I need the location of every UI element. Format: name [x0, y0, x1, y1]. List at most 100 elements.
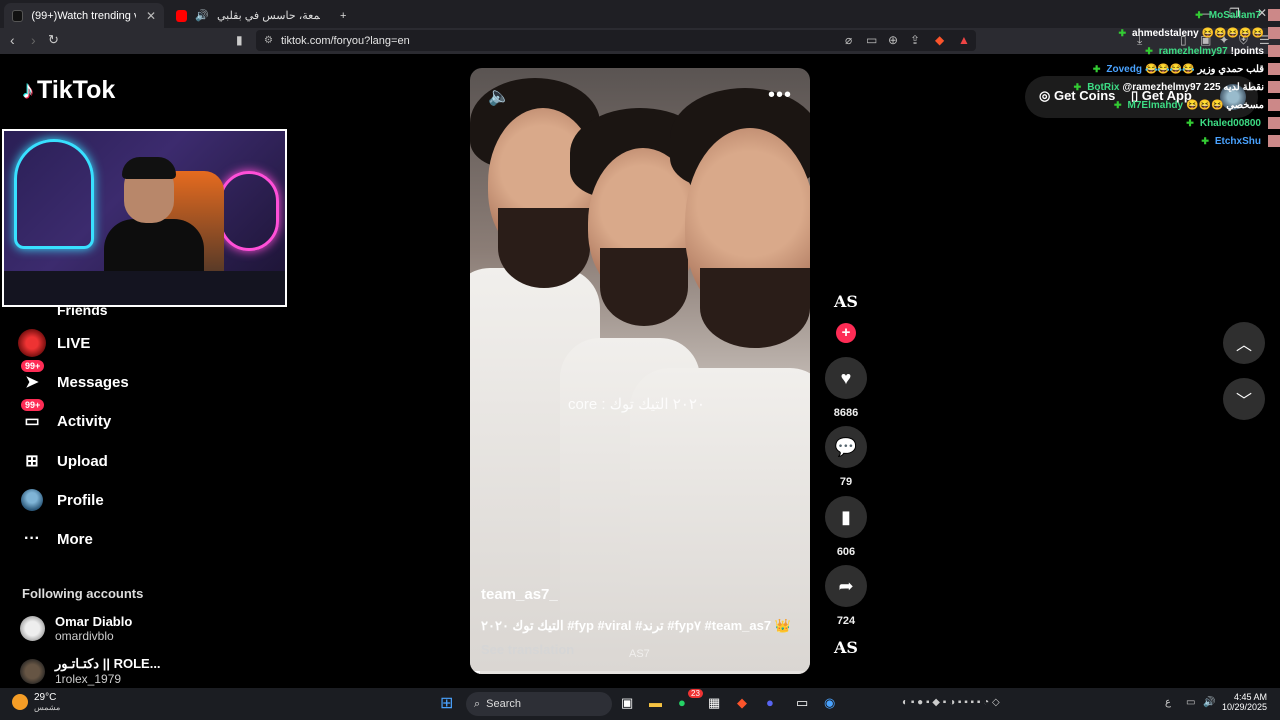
comment-button[interactable]: 💬 79	[824, 426, 868, 488]
following-accounts-title: Following accounts	[22, 586, 144, 601]
photos-icon[interactable]: ▦	[708, 695, 720, 711]
chat-username: EtchxShu	[1214, 135, 1261, 147]
volume-icon[interactable]: 🔈	[488, 86, 510, 107]
file-explorer-icon[interactable]: ▬	[649, 695, 662, 710]
brave-shield-icon[interactable]: ◆	[935, 33, 944, 47]
sidebar-item-messages[interactable]: ➤ 99+ Messages	[18, 360, 129, 396]
comment-icon: 💬	[825, 426, 867, 468]
sidebar-item-label: Messages	[57, 373, 129, 391]
taskbar-search[interactable]: ⌕ Search	[466, 692, 612, 716]
sidebar-item-label: Activity	[57, 412, 112, 430]
brave-taskbar-icon[interactable]: ◆	[737, 695, 747, 711]
windows-start-icon[interactable]: ⊞	[440, 693, 453, 713]
bookmark-icon: ▮	[825, 496, 867, 538]
activity-icon: ▭ 99+	[18, 399, 46, 435]
share-arrow-icon: ➦	[825, 565, 867, 607]
more-options-icon[interactable]: •••	[768, 84, 792, 107]
zoom-icon[interactable]: ⊕	[888, 33, 898, 47]
chat-emote	[1268, 135, 1280, 147]
account-name: Omar Diablo	[55, 614, 133, 629]
chat-username: ahmedstaleny	[1132, 27, 1199, 39]
chat-message: ✚ MoSallam7	[1195, 9, 1280, 21]
save-button[interactable]: ▮ 606	[824, 496, 868, 558]
browser-tabbar: (99+)Watch trending videos for ✕ 🔊 اغنية…	[0, 0, 1280, 28]
creator-avatar[interactable]: AS	[833, 292, 859, 311]
forward-icon[interactable]: ›	[31, 32, 36, 48]
chat-text: 😆😆😆 مسخصي	[1186, 99, 1264, 111]
brave-rewards-icon[interactable]: ▲	[958, 33, 970, 47]
following-account[interactable]: دكتـاتـور || ROLE... 1rolex_1979	[20, 656, 161, 686]
messages-badge: 99+	[21, 360, 45, 372]
network-icon[interactable]: ▭	[1186, 697, 1195, 708]
url-text: tiktok.com/foryou?lang=en	[280, 34, 410, 47]
screen-icon[interactable]: ▭	[866, 33, 877, 47]
weather-widget[interactable]: 29°C مشمس	[12, 692, 60, 712]
new-tab-button[interactable]: +	[332, 3, 354, 28]
kick-badge-icon: ✚	[1113, 99, 1122, 110]
logo-text: TikTok	[37, 76, 116, 104]
chat-username: ramezhelmy97	[1158, 45, 1228, 57]
reload-icon[interactable]: ↻	[48, 32, 59, 48]
live-icon	[18, 329, 46, 357]
site-info-icon[interactable]: ⚙	[264, 35, 273, 46]
chat-message: ✚ ramezhelmy97 !points	[1145, 45, 1280, 57]
share-button[interactable]: ➦ 724	[824, 565, 868, 627]
chat-emote	[1268, 99, 1280, 111]
chat-text: !points	[1230, 45, 1264, 57]
temperature: 29°C	[34, 692, 57, 703]
chat-username: BotRix	[1087, 81, 1120, 93]
profile-icon	[18, 486, 46, 514]
no-cast-icon[interactable]: ⌀	[845, 33, 852, 47]
chat-message: ✚ Khaled00800	[1186, 117, 1280, 129]
avatar	[20, 658, 45, 684]
chat-emote	[1268, 45, 1280, 57]
terminal-icon[interactable]: ▭	[796, 695, 808, 711]
sidebar-item-upload[interactable]: ⊞ Upload	[18, 447, 108, 475]
video-watermark: AS7	[629, 648, 650, 660]
chat-message: ✚ BotRix @ramezhelmy97 225 نقطة لديه	[1074, 81, 1280, 93]
follow-plus-button[interactable]: +	[836, 323, 856, 343]
language-indicator[interactable]: ع	[1165, 697, 1171, 708]
video-overlay-text: core : ٢٠٢٠ التيك توك	[568, 396, 705, 413]
video-progress-bar[interactable]	[470, 671, 810, 674]
share-count: 724	[836, 615, 856, 627]
next-video-button[interactable]: ﹀	[1223, 378, 1265, 420]
speaker-icon[interactable]: 🔊	[195, 9, 209, 22]
video-progress-fill	[470, 671, 481, 674]
tiktok-logo[interactable]: ♪ TikTok	[22, 76, 115, 105]
sidebar-item-activity[interactable]: ▭ 99+ Activity	[18, 399, 112, 435]
following-account[interactable]: Omar Diablo omardivblo	[20, 614, 132, 643]
close-tab-icon[interactable]: ✕	[146, 9, 156, 23]
system-clock[interactable]: 4:45 AM 10/29/2025	[1222, 692, 1267, 712]
back-icon[interactable]: ‹	[10, 32, 15, 48]
video-author[interactable]: team_as7_	[481, 586, 558, 603]
kick-badge-icon: ✚	[1118, 27, 1127, 38]
tray-icons[interactable]: ◐ ▪ ● ▪ ◆ ▪ ◑ ▪ ▪ ▪ ▪ ◔ ◇	[902, 697, 1000, 708]
discord-icon[interactable]: ●	[766, 695, 774, 710]
heart-icon: ♥	[825, 357, 867, 399]
windows-taskbar: 29°C مشمس ⊞ ⌕ Search ▣ ▬ ● 23 ▦ ◆ ● ▭ ◉ …	[0, 688, 1280, 720]
sidebar-item-profile[interactable]: Profile	[18, 486, 104, 514]
kick-badge-icon: ✚	[1186, 117, 1194, 128]
tab-tiktok[interactable]: (99+)Watch trending videos for ✕	[4, 3, 164, 28]
sidebar-item-more[interactable]: ··· More	[18, 525, 93, 553]
chat-emote	[1268, 27, 1280, 39]
chat-text: 😆😆😆😆😆	[1201, 27, 1264, 39]
task-view-icon[interactable]: ▣	[621, 695, 633, 711]
see-translation-link[interactable]: See translation	[481, 642, 574, 657]
like-button[interactable]: ♥ 8686	[824, 357, 868, 419]
whatsapp-icon[interactable]: ●	[678, 695, 686, 710]
video-caption: التيك توك ٢٠٢٠ #fyp #viral #ترند #fyp٧ #…	[481, 618, 791, 633]
sidebar-item-live[interactable]: LIVE	[18, 329, 90, 357]
avatar	[20, 616, 45, 641]
bookmark-icon[interactable]: ▮	[236, 33, 243, 47]
tab-youtube[interactable]: 🔊 اغنية انجد جمعة، حاسس في بقلبي	[168, 3, 328, 28]
previous-video-button[interactable]: ︿	[1223, 322, 1265, 364]
video-player[interactable]: 🔈 ••• core : ٢٠٢٠ التيك توك team_as7_ ال…	[470, 68, 810, 674]
steam-icon[interactable]: ◉	[824, 695, 835, 711]
weather-text: مشمس	[34, 703, 61, 712]
music-disc-avatar[interactable]: AS	[833, 638, 859, 657]
volume-tray-icon[interactable]: 🔊	[1203, 697, 1215, 708]
account-name: دكتـاتـور || ROLE...	[55, 656, 161, 671]
share-icon[interactable]: ⇪	[910, 33, 920, 47]
